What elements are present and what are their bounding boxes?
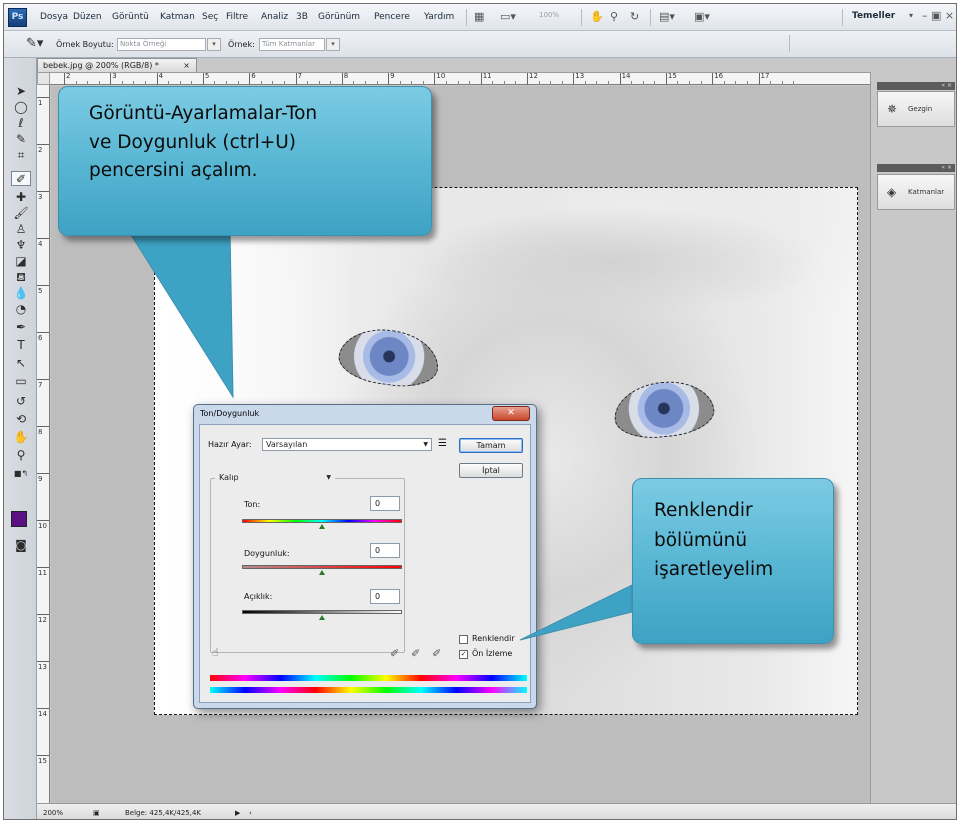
right-callout-pointer	[519, 584, 633, 641]
callout-text: Görüntü-Ayarlamalar-Ton ve Doygunluk (ct…	[89, 100, 317, 186]
instruction-callout-right: Renklendir bölümünü işaretleyelim	[632, 478, 834, 644]
callout-line: işaretleyelim	[654, 559, 774, 581]
callout-line: ve Doygunluk (ctrl+U)	[89, 131, 297, 153]
instruction-callout-top: Görüntü-Ayarlamalar-Ton ve Doygunluk (ct…	[58, 86, 432, 236]
top-callout-pointer	[127, 229, 234, 399]
callout-line: Görüntü-Ayarlamalar-Ton	[89, 103, 318, 124]
callout-line: Renklendir	[654, 500, 753, 521]
callout-line: pencersini açalım.	[89, 160, 258, 182]
callout-line: bölümünü	[654, 529, 748, 551]
callout-text: Renklendir bölümünü işaretleyelim	[654, 496, 773, 585]
